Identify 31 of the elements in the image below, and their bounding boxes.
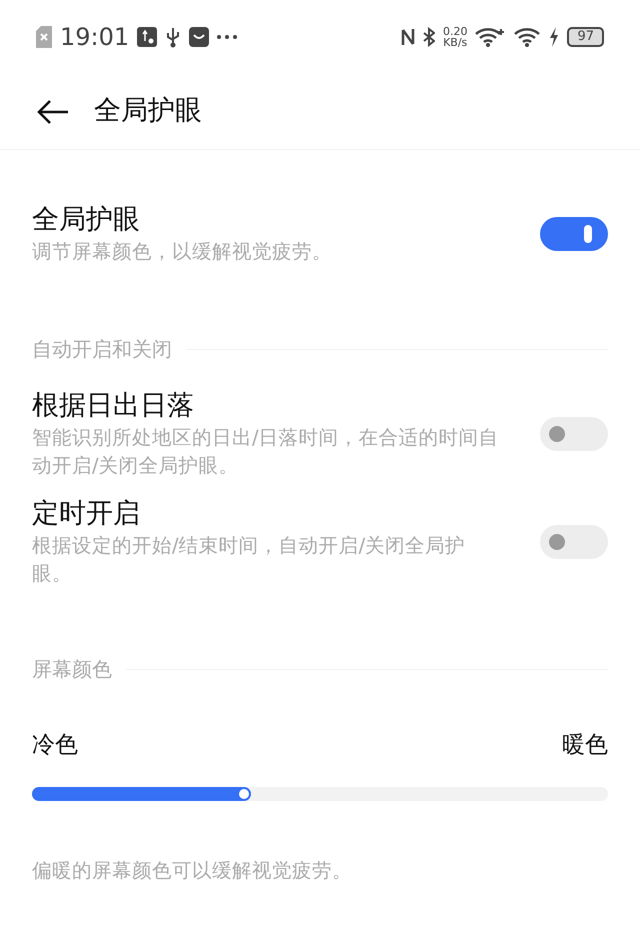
network-speed: 0.20 xyxy=(442,26,468,37)
nfc-icon xyxy=(400,27,415,47)
toggle-switch[interactable] xyxy=(540,217,608,251)
battery-indicator: 97 xyxy=(567,27,604,47)
hint-text: 偏暖的屏幕颜色可以缓解视觉疲劳。 xyxy=(32,858,353,884)
wifi-icon xyxy=(475,27,506,47)
section-heading: 屏幕颜色 xyxy=(32,656,112,683)
slider-max-label: 暖色 xyxy=(562,731,608,760)
setting-description: 调节屏幕颜色，以缓解视觉疲劳。 xyxy=(32,239,332,265)
back-icon[interactable] xyxy=(36,98,70,124)
clock: 19:01 xyxy=(60,22,130,53)
toggle-switch[interactable] xyxy=(540,417,608,451)
setting-description: 智能识别所处地区的日出/日落时间，在合适的时间自动开启/关闭全局护眼。 xyxy=(32,425,500,479)
page-title: 全局护眼 xyxy=(94,94,202,128)
color-slider[interactable] xyxy=(32,786,608,800)
more-icon xyxy=(217,35,238,39)
bag-icon xyxy=(189,27,210,47)
setting-title: 定时开启 xyxy=(32,497,141,531)
setting-title: 全局护眼 xyxy=(32,203,141,237)
setting-title: 根据日出日落 xyxy=(32,389,195,423)
bluetooth-icon xyxy=(422,27,435,47)
usb-icon xyxy=(165,26,182,48)
charging-icon xyxy=(549,27,560,47)
sim-icon xyxy=(36,26,52,48)
slider-min-label: 冷色 xyxy=(32,731,78,760)
speed-unit: KB/s xyxy=(442,37,468,48)
section-heading: 自动开启和关闭 xyxy=(32,336,172,363)
usb-settings-icon xyxy=(137,27,158,47)
setting-description: 根据设定的开始/结束时间，自动开启/关闭全局护眼。 xyxy=(32,533,466,587)
wifi-icon xyxy=(513,27,542,47)
toggle-switch[interactable] xyxy=(540,525,608,559)
